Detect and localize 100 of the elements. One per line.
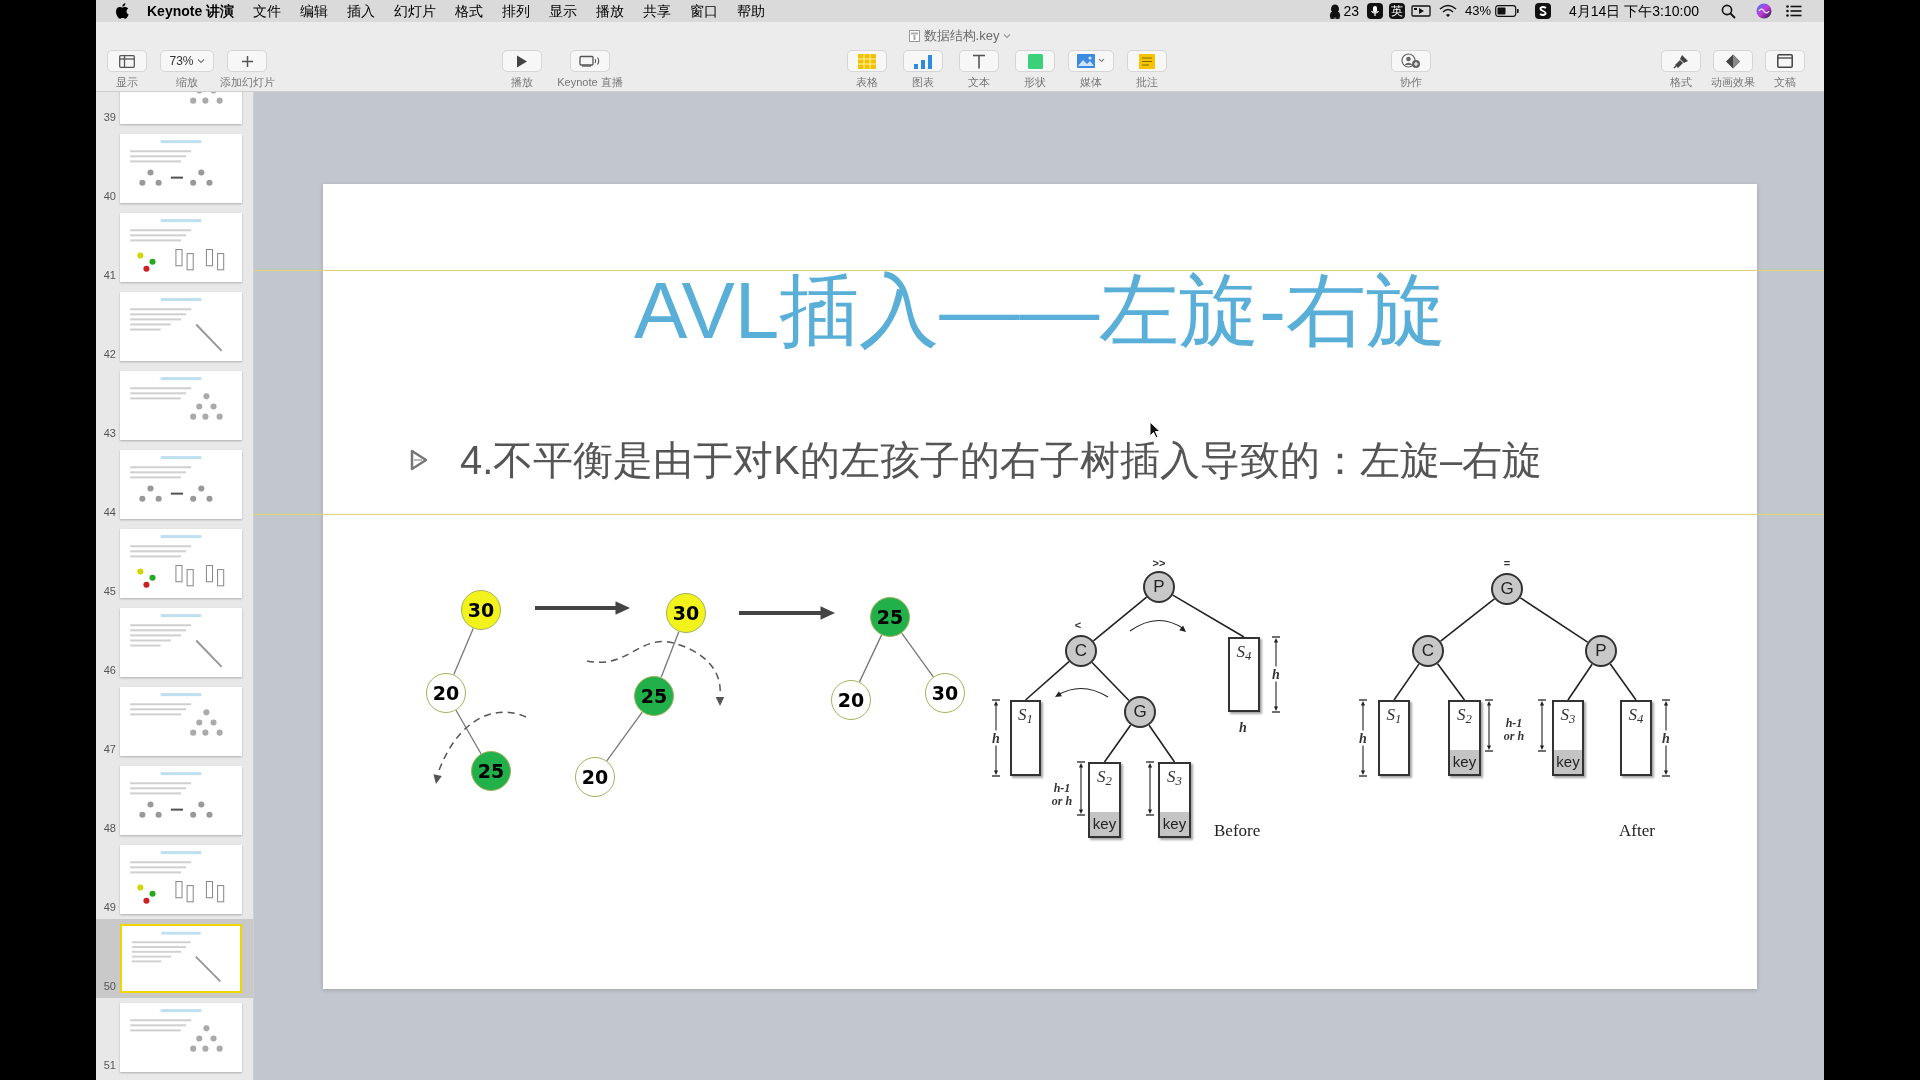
siri-icon[interactable] [1756,3,1772,19]
battery-icon[interactable] [1495,5,1520,17]
plus-icon [240,54,254,68]
microphone-icon[interactable] [1367,3,1383,19]
height-label: h-1 or h [1050,782,1074,808]
tree-node: 20 [426,673,466,713]
toolbar-button[interactable]: 添加幻灯片 [219,50,275,89]
penguin-icon[interactable] [1329,3,1342,19]
tree-edge [901,632,934,678]
slide-thumbnail[interactable] [120,608,242,677]
slide-number: 48 [102,820,116,836]
key-label: key [1160,812,1189,836]
dimension-line [1484,699,1494,752]
toolbar-button[interactable]: 协作 [1383,50,1439,89]
tree-edge [1567,663,1593,701]
toolbar-button[interactable]: 批注 [1119,50,1175,89]
height-label: h [1358,730,1368,746]
app-status-icon[interactable] [1535,3,1552,19]
height-label: h [991,730,1001,746]
key-label: key [1554,750,1582,774]
toolbar-button[interactable]: 动画效果 [1707,50,1759,89]
wifi-icon[interactable] [1439,4,1457,18]
curved-arrow [1055,687,1109,698]
slide-thumbnail[interactable] [120,213,242,282]
slide-thumbnail[interactable] [120,134,242,203]
tree-edge [1439,598,1496,642]
toolbar-button[interactable]: 媒体 [1063,50,1119,89]
height-label: h [1271,666,1281,682]
chevron-down-icon[interactable] [1003,33,1012,39]
subtree-label: S$_{3}$ [1560,706,1576,724]
figure-caption: After [1619,820,1655,842]
menu-item[interactable]: 共享 [643,0,672,22]
apple-menu-icon[interactable] [115,3,129,19]
slide-number: 44 [102,504,116,520]
figure-caption: Before [1214,820,1261,842]
tree-node: G [1124,696,1156,728]
balance-mark: = [1503,557,1511,569]
toolbar-button[interactable]: 图表 [895,50,951,89]
subtree-label: S$_{2}$ [1097,768,1112,786]
tree-node: 30 [666,593,706,633]
toolbar-button[interactable]: 文本 [951,50,1007,89]
slide-thumbnail[interactable] [120,687,242,756]
menu-item[interactable]: 窗口 [690,0,719,22]
toolbar-button[interactable]: 显示 [99,50,155,89]
tree-edge [1519,597,1589,643]
menu-item[interactable]: 格式 [455,0,484,22]
tree-node: 25 [471,751,511,791]
slide-thumbnail[interactable] [120,371,242,440]
tree-edge [858,634,883,683]
slide-thumbnail[interactable] [120,1003,242,1072]
menu-item[interactable]: 帮助 [737,0,766,22]
menu-item[interactable]: 文件 [253,0,282,22]
tree-edge [1393,663,1420,701]
notification-center-icon[interactable] [1786,5,1802,17]
slide-number: 40 [102,188,116,204]
toolbar-button[interactable]: 格式 [1655,50,1707,89]
tree-node: 30 [925,673,965,713]
screen-record-icon[interactable] [1411,4,1431,18]
notification-count: 23 [1343,1,1359,21]
tree-node: P [1585,635,1617,667]
slide-number: 51 [102,1057,116,1073]
slide-thumbnail[interactable] [120,450,242,519]
tree-node: P [1143,571,1175,603]
input-method-indicator[interactable]: 英 [1389,3,1405,19]
menu-item[interactable]: 编辑 [300,0,329,22]
balance-mark: < [1074,619,1082,631]
tree-node: 25 [634,676,674,716]
slide-thumbnail[interactable] [120,529,242,598]
height-label: h-1 or h [1502,717,1526,743]
tree-edge [660,631,680,678]
height-label: h [1238,719,1248,735]
slide-thumbnail[interactable] [120,766,242,835]
tree-edge [1436,663,1466,701]
menu-item[interactable]: 幻灯片 [394,0,437,22]
menu-item[interactable]: 显示 [549,0,578,22]
toolbar-button[interactable]: 形状 [1007,50,1063,89]
clock[interactable]: 4月14日 下午3:10:00 [1569,0,1699,22]
tree-edge [1024,660,1070,701]
toolbar-button[interactable]: Keynote 直播 [550,50,630,89]
slide-thumbnail[interactable] [120,292,242,361]
bullet-text: 4.不平衡是由于对K的左孩子的右子树插入导致的：左旋–右旋 [460,437,1543,484]
slide-thumbnail[interactable] [120,924,242,993]
menu-item[interactable]: 排列 [502,0,531,22]
balance-mark: >> [1152,557,1166,569]
slide-thumbnail[interactable] [120,845,242,914]
menu-item[interactable]: 播放 [596,0,625,22]
toolbar-button[interactable]: 文稿 [1759,50,1811,89]
dimension-line [1145,761,1155,816]
toolbar-button[interactable]: 表格 [839,50,895,89]
slide-number: 50 [102,978,116,994]
menu-item[interactable]: 插入 [347,0,376,22]
slide-number: 45 [102,583,116,599]
slide-number: 49 [102,899,116,915]
tree-node: G [1491,573,1523,605]
tree-node: C [1412,635,1444,667]
app-menu[interactable]: Keynote 讲演 [147,0,235,22]
battery-percentage: 43% [1465,2,1492,21]
toolbar-button[interactable]: 播放 [494,50,550,89]
square-shape-icon [1027,53,1043,69]
search-icon[interactable] [1721,3,1736,19]
